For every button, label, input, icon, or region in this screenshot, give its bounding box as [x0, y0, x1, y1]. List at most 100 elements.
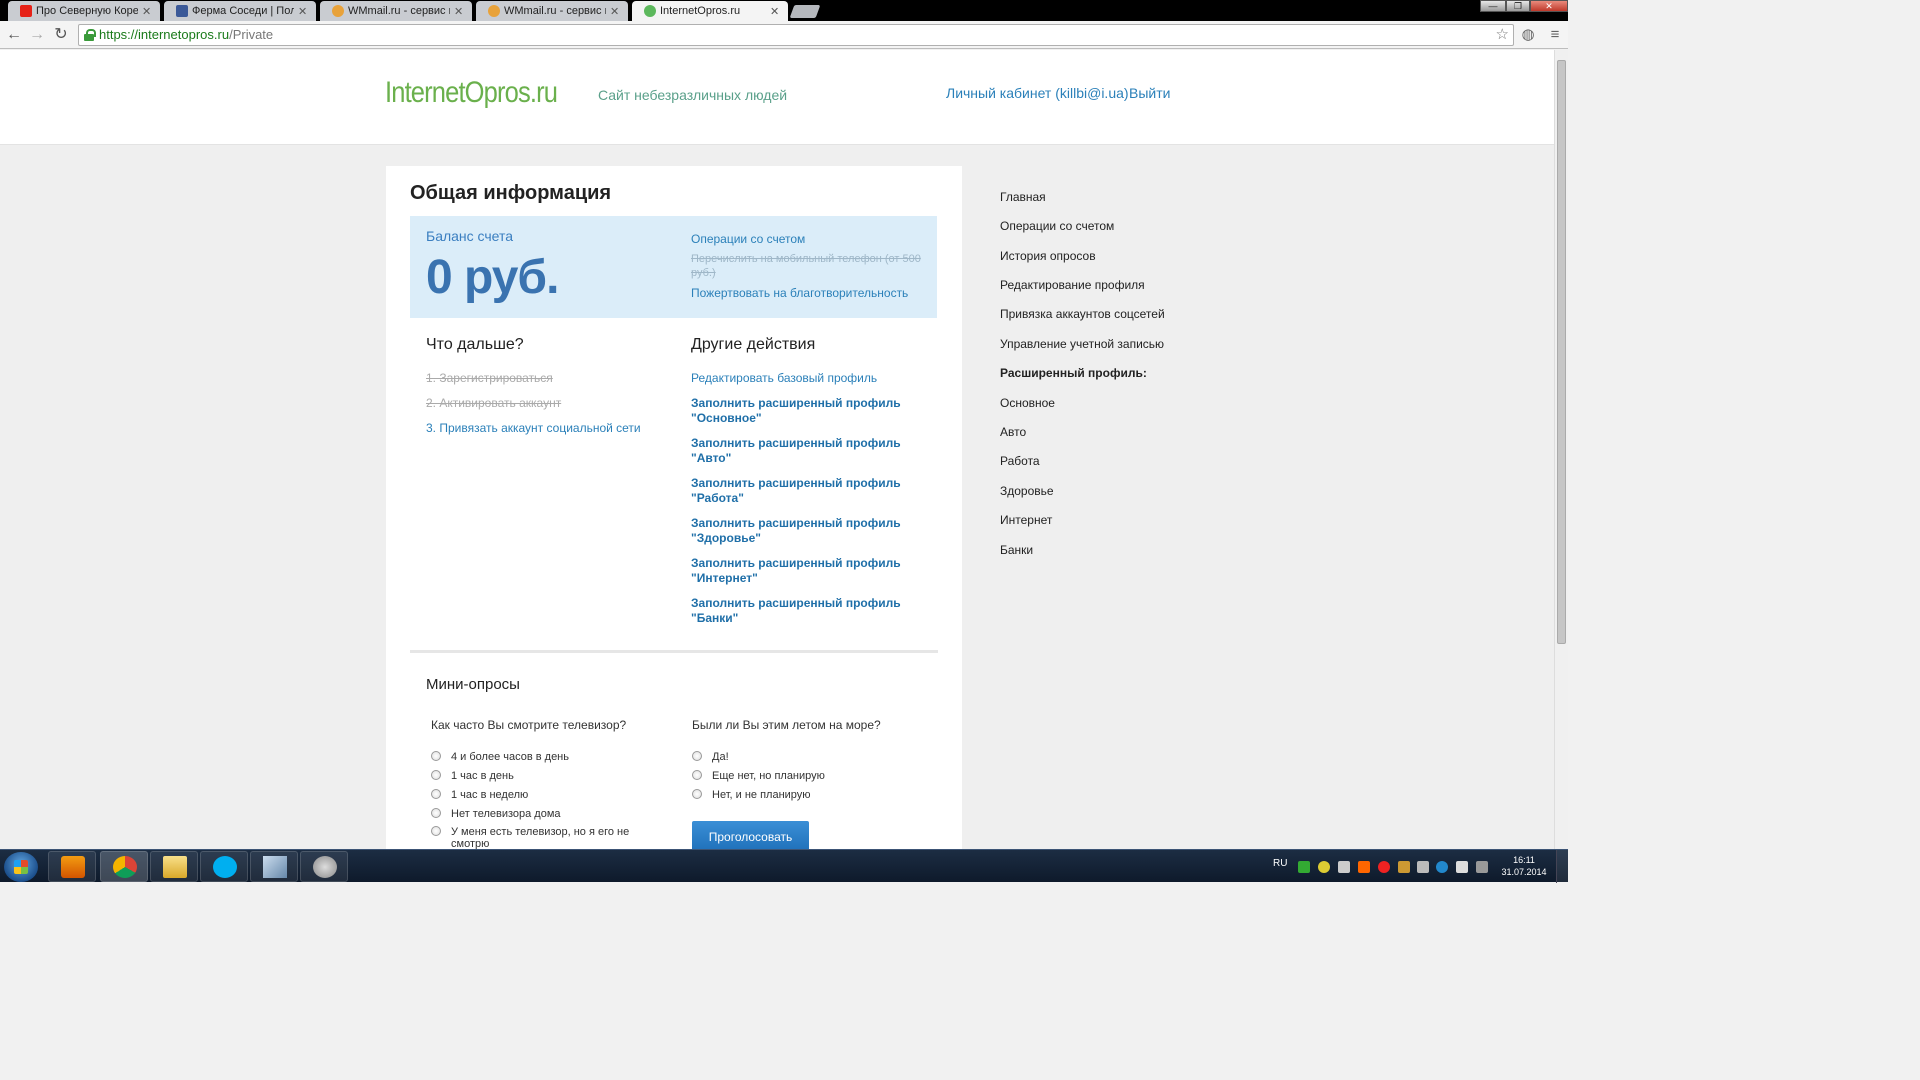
address-bar[interactable]: https://internetopros.ru/Private ☆ — [78, 24, 1514, 46]
logo-tld: .ru — [529, 76, 558, 109]
folder-icon — [163, 856, 187, 878]
balance-label: Баланс счета — [426, 228, 514, 244]
skype-taskbar-button[interactable] — [200, 851, 248, 882]
taskbar: RU 16:11 31.07.2014 — [0, 849, 1568, 883]
sidebar-item[interactable]: Интернет — [1000, 513, 1052, 527]
radio-button[interactable] — [431, 808, 441, 818]
poll-option[interactable]: 4 и более часов в день — [431, 751, 569, 763]
volume-icon[interactable] — [1417, 861, 1429, 873]
tab-close-icon[interactable]: ✕ — [610, 5, 620, 18]
poll-option[interactable]: 1 час в день — [431, 770, 514, 782]
sidebar-item[interactable]: Операции со счетом — [1000, 219, 1114, 233]
menu-icon[interactable]: ≡ — [1545, 25, 1565, 45]
poll-option[interactable]: Да! — [692, 751, 729, 763]
tray-app-icon[interactable] — [1378, 861, 1390, 873]
fill-profile-health-link[interactable]: Заполнить расширенный профиль "Здоровье" — [691, 516, 931, 546]
explorer-taskbar-button[interactable] — [150, 851, 198, 882]
facebook-favicon-icon — [176, 5, 188, 17]
start-button[interactable] — [4, 852, 38, 882]
sidebar-item[interactable]: Здоровье — [1000, 484, 1054, 498]
sidebar-item[interactable]: Авто — [1000, 425, 1026, 439]
radio-button[interactable] — [692, 770, 702, 780]
tray-app-icon[interactable] — [1298, 861, 1310, 873]
clock-time: 16:11 — [1513, 855, 1535, 865]
radio-button[interactable] — [431, 789, 441, 799]
tray-app-icon[interactable] — [1436, 861, 1448, 873]
edit-base-profile-link[interactable]: Редактировать базовый профиль — [691, 371, 931, 386]
chrome-icon — [113, 856, 137, 878]
tab-title: WMmail.ru - сервис почт… — [504, 5, 606, 17]
vote-button[interactable]: Проголосовать — [692, 821, 809, 849]
close-window-icon[interactable]: ✕ — [1530, 0, 1568, 12]
page-scrollbar[interactable] — [1554, 50, 1568, 849]
bookmark-star-icon[interactable]: ☆ — [1496, 25, 1509, 45]
sidebar-item[interactable]: История опросов — [1000, 249, 1096, 263]
reload-icon[interactable]: ↻ — [51, 25, 71, 45]
show-desktop-button[interactable] — [1556, 850, 1568, 883]
fill-profile-basic-link[interactable]: Заполнить расширенный профиль "Основное" — [691, 396, 931, 426]
system-clock[interactable]: 16:11 31.07.2014 — [1498, 854, 1550, 878]
sidebar-item[interactable]: Управление учетной записью — [1000, 337, 1164, 351]
sidebar-item[interactable]: Главная — [1000, 190, 1046, 204]
language-indicator[interactable]: RU — [1273, 858, 1287, 869]
sidebar-item[interactable]: Привязка аккаунтов соцсетей — [1000, 307, 1165, 321]
sidebar-item[interactable]: Банки — [1000, 543, 1033, 557]
radio-button[interactable] — [692, 789, 702, 799]
media-player-taskbar-button[interactable] — [48, 851, 96, 882]
poll-option[interactable]: Нет, и не планирую — [692, 789, 811, 801]
wmmail-favicon-icon — [488, 5, 500, 17]
sidebar-item[interactable]: Работа — [1000, 454, 1040, 468]
back-arrow-icon[interactable]: ← — [4, 25, 24, 45]
step-link-social[interactable]: 3. Привязать аккаунт социальной сети — [426, 421, 641, 435]
tray-app-icon[interactable] — [1456, 861, 1468, 873]
extension-globe-icon[interactable]: ◍ — [1518, 25, 1538, 45]
tab-close-icon[interactable]: ✕ — [142, 5, 152, 18]
tray-app-icon[interactable] — [1398, 861, 1410, 873]
maximize-icon[interactable]: ❐ — [1506, 0, 1530, 12]
fill-profile-banks-link[interactable]: Заполнить расширенный профиль "Банки" — [691, 596, 931, 626]
tab-close-icon[interactable]: ✕ — [770, 5, 780, 18]
poll-option[interactable]: У меня есть телевизор, но я его не смотр… — [431, 826, 641, 849]
poll-question-sea: Были ли Вы этим летом на море? — [692, 718, 881, 732]
tray-app-icon[interactable] — [1476, 861, 1488, 873]
sidebar-item[interactable]: Редактирование профиля — [1000, 278, 1145, 292]
new-tab-button[interactable] — [789, 5, 821, 18]
browser-tab[interactable]: WMmail.ru - сервис почт… ✕ — [476, 1, 628, 21]
tab-close-icon[interactable]: ✕ — [298, 5, 308, 18]
radio-button[interactable] — [431, 751, 441, 761]
radio-button[interactable] — [692, 751, 702, 761]
app-taskbar-button[interactable] — [300, 851, 348, 882]
tray-app-icon[interactable] — [1318, 861, 1330, 873]
browser-tab[interactable]: Ферма Соседи | Поле ✕ — [164, 1, 316, 21]
logout-link[interactable]: Выйти — [1129, 85, 1170, 101]
tab-title: WMmail.ru - сервис почт… — [348, 5, 450, 17]
radio-button[interactable] — [431, 770, 441, 780]
personal-cabinet-link[interactable]: Личный кабинет (killbi@i.ua) — [946, 85, 1129, 101]
browser-tab[interactable]: Про Северную Корею - … ✕ — [8, 1, 160, 21]
poll-option[interactable]: 1 час в неделю — [431, 789, 528, 801]
mini-polls-heading: Мини-опросы — [426, 676, 520, 693]
tray-app-icon[interactable] — [1358, 861, 1370, 873]
scrollbar-thumb[interactable] — [1557, 60, 1566, 644]
fill-profile-auto-link[interactable]: Заполнить расширенный профиль "Авто" — [691, 436, 931, 466]
charity-link[interactable]: Пожертвовать на благотворительность — [691, 286, 908, 300]
site-logo[interactable]: InternetOpros.ru — [385, 76, 558, 110]
browser-tab[interactable]: WMmail.ru - сервис почт… ✕ — [320, 1, 472, 21]
fill-profile-internet-link[interactable]: Заполнить расширенный профиль "Интернет" — [691, 556, 931, 586]
site-header: InternetOpros.ru Сайт небезразличных люд… — [0, 50, 1554, 145]
sidebar-item[interactable]: Основное — [1000, 396, 1055, 410]
browser-tab-active[interactable]: InternetOpros.ru ✕ — [632, 1, 788, 21]
tray-network-icon[interactable] — [1338, 861, 1350, 873]
poll-option[interactable]: Нет телевизора дома — [431, 808, 561, 820]
minimize-icon[interactable]: — — [1480, 0, 1506, 12]
account-operations-link[interactable]: Операции со счетом — [691, 232, 805, 246]
forward-arrow-icon[interactable]: → — [27, 25, 47, 45]
poll-question-tv: Как часто Вы смотрите телевизор? — [431, 718, 627, 732]
tab-close-icon[interactable]: ✕ — [454, 5, 464, 18]
main-panel: Общая информация Баланс счета 0 руб. Опе… — [386, 166, 962, 849]
fill-profile-work-link[interactable]: Заполнить расширенный профиль "Работа" — [691, 476, 931, 506]
app-taskbar-button[interactable] — [250, 851, 298, 882]
chrome-taskbar-button[interactable] — [100, 851, 148, 882]
radio-button[interactable] — [431, 826, 441, 836]
poll-option[interactable]: Еще нет, но планирую — [692, 770, 825, 782]
